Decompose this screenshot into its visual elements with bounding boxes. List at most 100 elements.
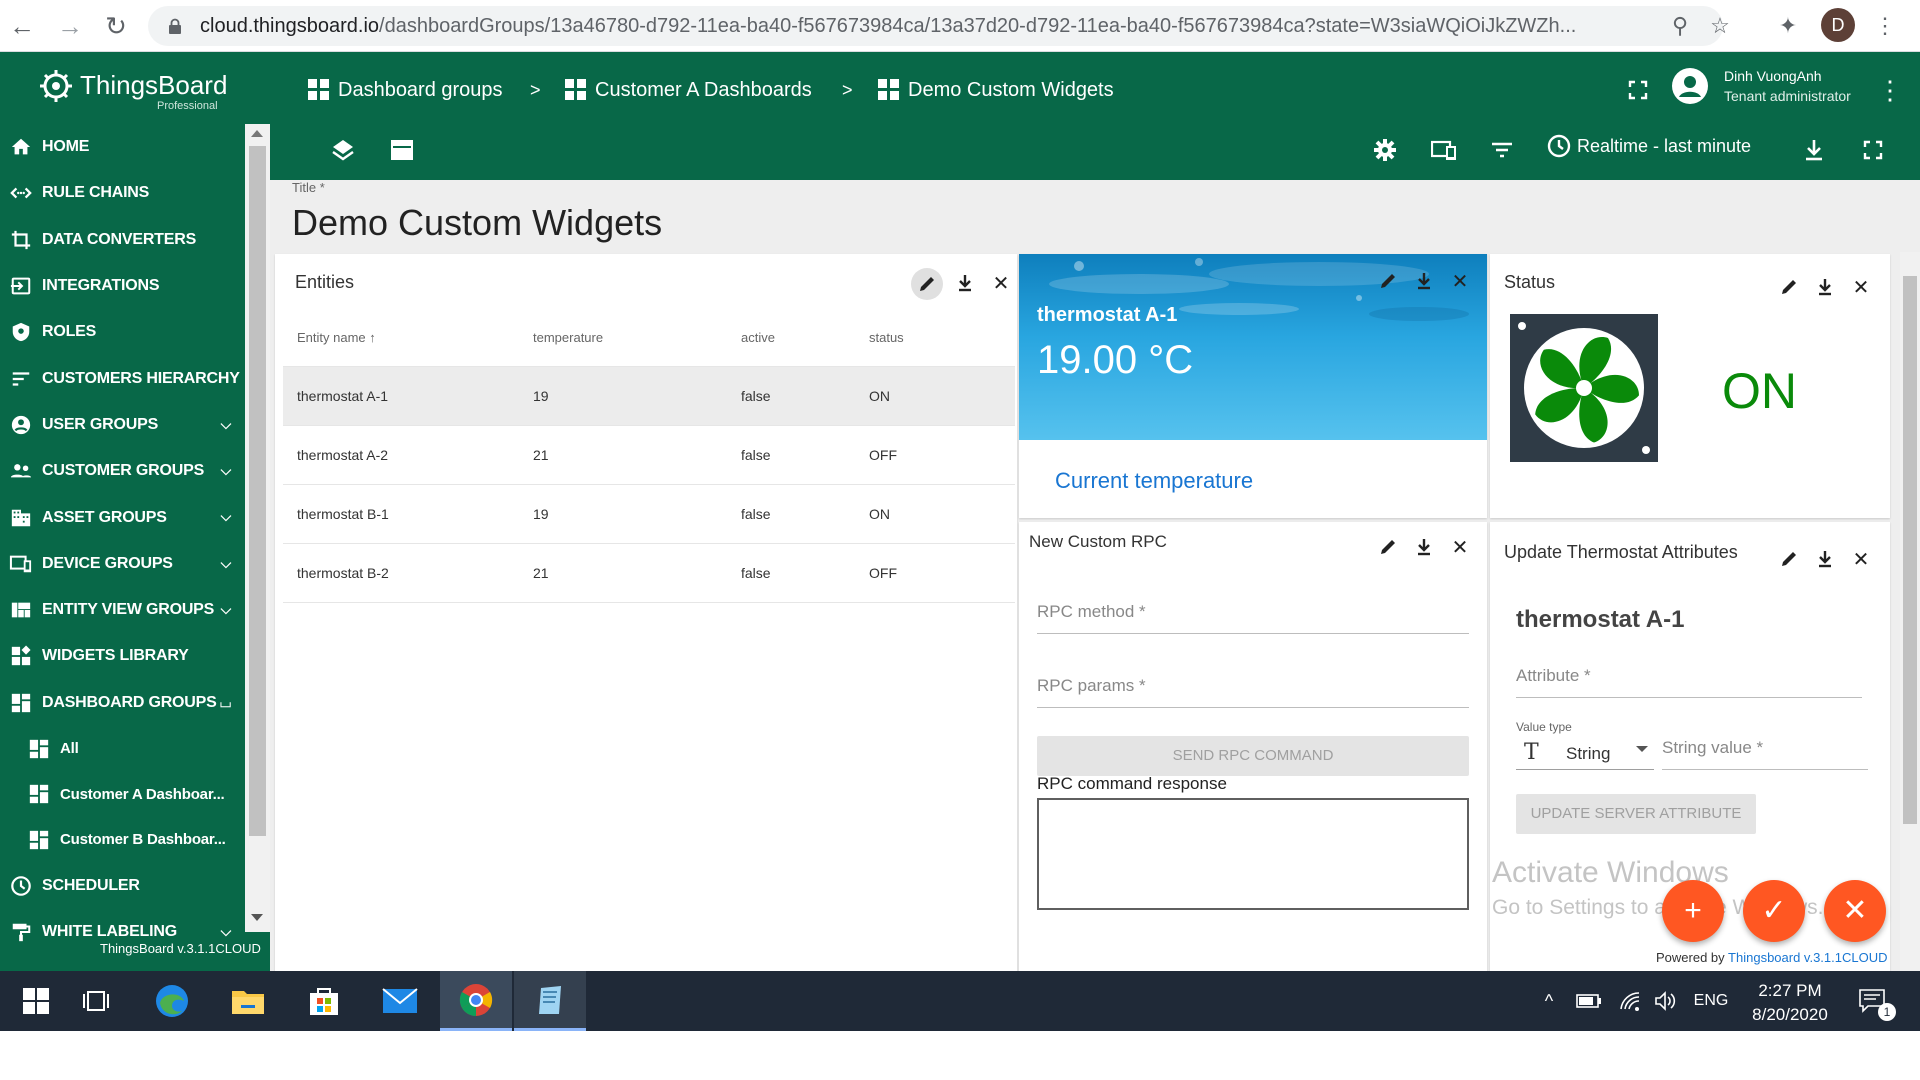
download-icon[interactable] [952, 270, 978, 296]
scroll-down-icon[interactable] [251, 914, 263, 921]
task-view-icon[interactable] [60, 971, 132, 1031]
file-explorer-icon[interactable] [212, 971, 284, 1031]
close-icon[interactable]: ✕ [1447, 268, 1473, 294]
sidebar-item-widgets-library[interactable]: WIDGETS LIBRARY [0, 633, 245, 679]
send-rpc-button[interactable]: SEND RPC COMMAND [1037, 736, 1469, 776]
download-icon[interactable] [1800, 136, 1828, 164]
sidebar-item-scheduler[interactable]: SCHEDULER [0, 862, 245, 908]
filter-list-icon[interactable] [1488, 136, 1516, 164]
apply-changes-fab[interactable]: ✓ [1743, 880, 1805, 942]
sidebar-item-home[interactable]: HOME [0, 124, 245, 170]
address-bar[interactable]: cloud.thingsboard.io/dashboardGroups/13a… [148, 6, 1730, 46]
sidebar-item-user-groups[interactable]: USER GROUPS ⌵ [0, 402, 245, 448]
sidebar-item-customer-b-dashboards[interactable]: Customer B Dashboar... [0, 817, 245, 863]
sidebar-item-entity-view-groups[interactable]: ENTITY VIEW GROUPS ⌵ [0, 587, 245, 633]
string-value-input[interactable]: String value * [1662, 738, 1868, 770]
taskbar-clock[interactable]: 2:27 PM 8/20/2020 [1740, 979, 1840, 1027]
blank-area [0, 1031, 1920, 1080]
web-asset-icon[interactable] [388, 136, 416, 164]
breadcrumb-customer-a-dashboards[interactable]: Customer A Dashboards [565, 74, 812, 106]
volume-icon[interactable] [1648, 971, 1682, 1031]
zoom-search-icon[interactable]: ⚲ [1668, 14, 1692, 38]
close-icon[interactable]: ✕ [1848, 546, 1874, 572]
edge-browser-icon[interactable] [136, 971, 208, 1031]
sidebar-item-white-labeling[interactable]: WHITE LABELING ⌵ [0, 909, 245, 944]
scrollbar-thumb[interactable] [1903, 276, 1917, 824]
scrollbar-thumb[interactable] [249, 146, 266, 836]
more-vert-icon[interactable]: ⋮ [1876, 75, 1904, 105]
chrome-taskbar-icon[interactable] [440, 971, 512, 1031]
edit-icon[interactable] [1776, 274, 1802, 300]
sidebar-item-device-groups[interactable]: DEVICE GROUPS ⌵ [0, 541, 245, 587]
url-text: cloud.thingsboard.io/dashboardGroups/13a… [200, 15, 1577, 37]
edit-icon[interactable] [1776, 546, 1802, 572]
fullscreen-icon[interactable] [1859, 136, 1887, 164]
layers-icon[interactable] [329, 136, 357, 164]
close-icon[interactable]: ✕ [1447, 534, 1473, 560]
decline-changes-fab[interactable]: ✕ [1824, 880, 1886, 942]
chevron-up-icon[interactable]: ^ [1534, 971, 1564, 1031]
column-header-temperature[interactable]: temperature [519, 310, 727, 366]
settings-gear-icon[interactable] [1371, 136, 1399, 164]
devices-icon[interactable] [1430, 136, 1458, 164]
download-icon[interactable] [1812, 274, 1838, 300]
timewindow-button[interactable]: Realtime - last minute [1547, 134, 1751, 158]
rpc-response-textarea[interactable] [1037, 798, 1469, 910]
extensions-icon[interactable]: ✦ [1776, 14, 1800, 38]
download-icon[interactable] [1411, 268, 1437, 294]
sidebar-scrollbar[interactable] [245, 124, 270, 932]
breadcrumb-dashboard-groups[interactable]: Dashboard groups [308, 74, 503, 106]
column-header-active[interactable]: active [727, 310, 855, 366]
sidebar-item-customer-a-dashboards[interactable]: Customer A Dashboar... [0, 771, 245, 817]
table-row[interactable]: thermostat B-2 21 false OFF [283, 542, 1015, 603]
sidebar-item-roles[interactable]: ROLES [0, 309, 245, 355]
sidebar-item-rule-chains[interactable]: RULE CHAINS [0, 170, 245, 216]
add-widget-fab[interactable]: + [1662, 880, 1724, 942]
sidebar-item-asset-groups[interactable]: ASSET GROUPS ⌵ [0, 494, 245, 540]
rpc-params-input[interactable]: RPC params * [1037, 676, 1469, 708]
edit-icon[interactable] [1375, 534, 1401, 560]
column-header-status[interactable]: status [855, 310, 1015, 366]
table-row[interactable]: thermostat A-1 19 false ON [283, 365, 1015, 425]
download-icon[interactable] [1812, 546, 1838, 572]
microsoft-store-icon[interactable] [288, 971, 360, 1031]
logo[interactable]: ThingsBoard Professional [0, 52, 270, 124]
sidebar-item-customers-hierarchy[interactable]: CUSTOMERS HIERARCHY [0, 355, 245, 401]
download-icon[interactable] [1411, 534, 1437, 560]
sidebar-item-data-converters[interactable]: DATA CONVERTERS [0, 217, 245, 263]
chrome-menu-icon[interactable]: ⋮ [1873, 14, 1897, 38]
close-icon[interactable]: ✕ [1848, 274, 1874, 300]
sidebar-item-label: HOME [42, 138, 90, 156]
value-type-select[interactable]: T String [1516, 738, 1654, 770]
sidebar-item-dashboard-groups[interactable]: DASHBOARD GROUPS ⌴ [0, 680, 245, 726]
close-icon[interactable]: ✕ [988, 270, 1014, 296]
edit-icon[interactable] [1375, 268, 1401, 294]
sidebar-item-label: DATA CONVERTERS [42, 230, 197, 248]
table-row[interactable]: thermostat B-1 19 false ON [283, 483, 1015, 543]
edit-icon[interactable] [911, 268, 943, 300]
dashboard-scrollbar[interactable] [1900, 252, 1920, 971]
notepad-app-icon[interactable] [514, 971, 586, 1031]
notification-center-icon[interactable]: 1 [1852, 971, 1896, 1031]
reload-icon[interactable]: ↻ [96, 0, 136, 52]
fullscreen-icon[interactable] [1624, 76, 1652, 104]
update-attribute-button[interactable]: UPDATE SERVER ATTRIBUTE [1516, 794, 1756, 834]
wifi-icon[interactable] [1614, 971, 1648, 1031]
attribute-input[interactable]: Attribute * [1516, 666, 1862, 698]
mail-icon[interactable] [364, 971, 436, 1031]
powered-by-link[interactable]: Thingsboard v.3.1.1CLOUD [1728, 950, 1887, 965]
forward-icon[interactable]: → [50, 0, 90, 52]
battery-icon[interactable] [1574, 971, 1604, 1031]
back-icon[interactable]: ← [2, 0, 42, 52]
sidebar-item-all[interactable]: All [0, 726, 245, 772]
table-row[interactable]: thermostat A-2 21 false OFF [283, 424, 1015, 484]
scroll-up-icon[interactable] [251, 130, 263, 137]
dashboard-icon [308, 79, 330, 101]
column-header-entity-name[interactable]: Entity name ↑ [283, 310, 519, 366]
sidebar-item-integrations[interactable]: INTEGRATIONS [0, 263, 245, 309]
sidebar-item-customer-groups[interactable]: CUSTOMER GROUPS ⌵ [0, 448, 245, 494]
rpc-method-input[interactable]: RPC method * [1037, 602, 1469, 634]
language-indicator[interactable]: ENG [1686, 971, 1736, 1031]
profile-avatar[interactable]: D [1821, 8, 1855, 42]
bookmark-star-icon[interactable]: ☆ [1708, 14, 1732, 38]
